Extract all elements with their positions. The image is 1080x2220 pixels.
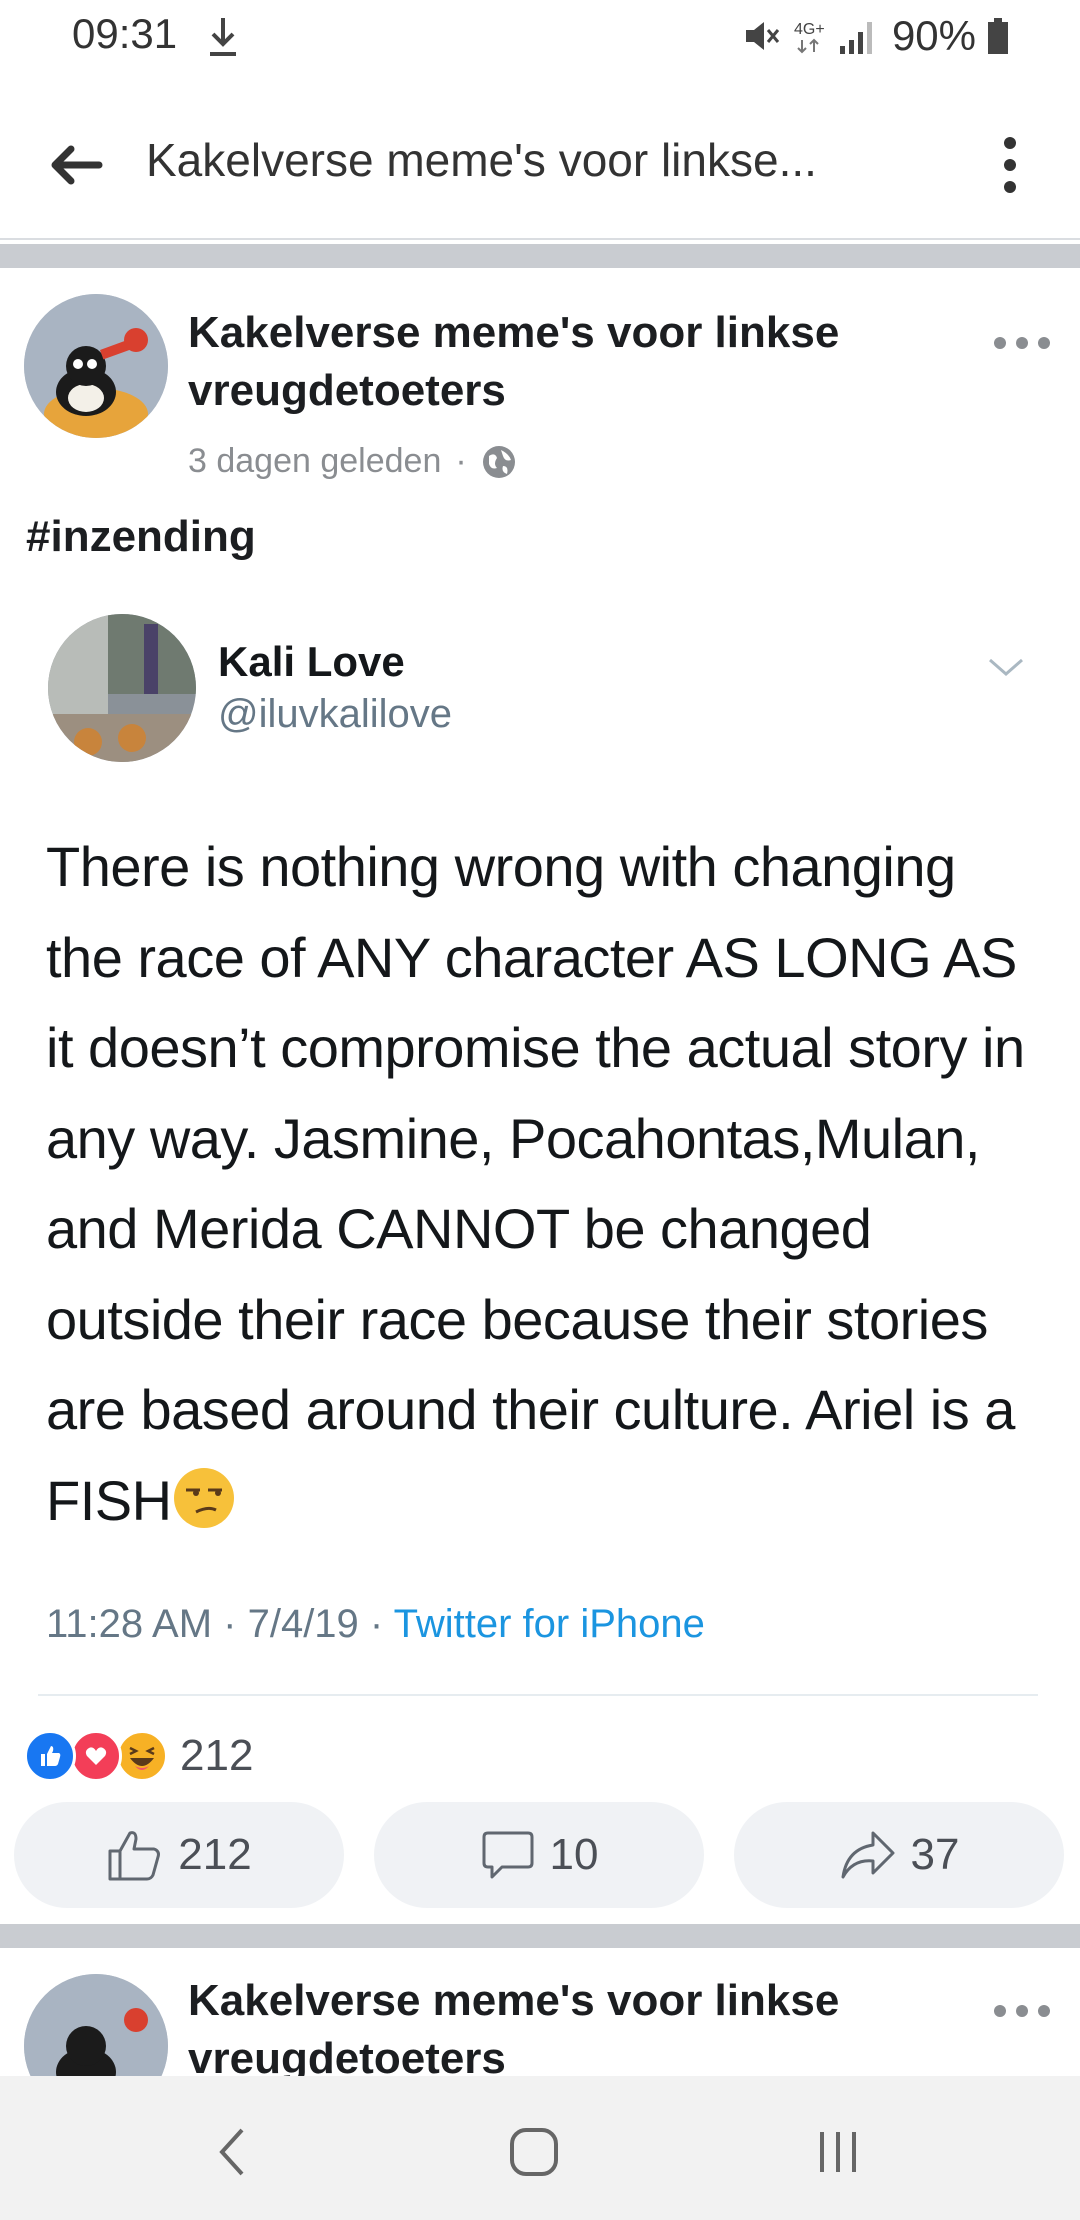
app-bar: Kakelverse meme's voor linkse... xyxy=(0,100,1080,240)
section-divider xyxy=(0,244,1080,268)
group-avatar[interactable] xyxy=(24,294,168,438)
status-icons: 4G+ 90% xyxy=(742,12,1010,60)
back-button[interactable] xyxy=(40,130,110,200)
battery-percentage: 90% xyxy=(891,12,976,59)
tweet-image[interactable]: Kali Love @iluvkalilove There is nothing… xyxy=(24,600,1056,1700)
more-horiz-icon xyxy=(994,337,1006,349)
reaction-count: 212 xyxy=(180,1731,254,1780)
tweet-divider xyxy=(38,1694,1038,1696)
share-button[interactable]: 37 xyxy=(734,1802,1064,1908)
nav-back-icon xyxy=(219,2128,244,2176)
next-post-more-button[interactable] xyxy=(994,1996,1050,2026)
tweet-text: There is nothing wrong with changing the… xyxy=(46,822,1046,1546)
tweet-footer: 11:28 AM · 7/4/19 · Twitter for iPhone xyxy=(46,1602,705,1647)
nav-recents-icon xyxy=(820,2132,856,2172)
mute-icon xyxy=(745,22,780,50)
like-button[interactable]: 212 xyxy=(14,1802,344,1908)
post-more-button[interactable] xyxy=(994,328,1050,358)
like-count: 212 xyxy=(178,1830,252,1879)
status-bar: 09:31 4G+ 90% xyxy=(0,0,1080,76)
tweet-source: Twitter for iPhone xyxy=(393,1602,705,1646)
haha-reaction-icon xyxy=(116,1730,168,1782)
download-icon xyxy=(210,18,236,56)
back-arrow-icon xyxy=(51,145,103,185)
thumbs-up-icon xyxy=(108,1831,161,1881)
tweet-author-name: Kali Love xyxy=(218,638,405,685)
share-icon xyxy=(841,1831,895,1879)
system-nav-bar xyxy=(0,2076,1080,2220)
post-hashtag[interactable]: #inzending xyxy=(26,512,256,562)
globe-icon xyxy=(482,445,515,478)
like-reaction-icon xyxy=(24,1730,76,1782)
nav-recents-button[interactable] xyxy=(798,2112,878,2192)
nav-back-button[interactable] xyxy=(192,2112,272,2192)
post-timestamp[interactable]: 3 dagen geleden xyxy=(188,442,441,481)
more-horiz-icon xyxy=(994,2005,1006,2017)
next-post: Kakelverse meme's voor linkse vreugdetoe… xyxy=(0,1950,1080,2076)
nav-home-button[interactable] xyxy=(494,2112,574,2192)
battery-icon xyxy=(988,18,1008,54)
share-count: 37 xyxy=(910,1830,960,1879)
chevron-down-icon xyxy=(989,658,1023,676)
comment-icon xyxy=(482,1831,534,1879)
section-divider xyxy=(0,1924,1080,1948)
post-meta: 3 dagen geleden · xyxy=(188,442,517,481)
post-author[interactable]: Kakelverse meme's voor linkse vreugdetoe… xyxy=(188,304,948,420)
status-time: 09:31 xyxy=(72,10,178,57)
tweet-body: There is nothing wrong with changing the… xyxy=(46,835,1025,1532)
meta-separator: · xyxy=(455,442,467,480)
comment-count: 10 xyxy=(549,1830,599,1879)
page-title: Kakelverse meme's voor linkse... xyxy=(146,134,817,186)
nav-home-icon xyxy=(510,2128,558,2176)
next-post-avatar[interactable] xyxy=(24,1974,168,2076)
tweet-time: 11:28 AM · 7/4/19 · xyxy=(46,1602,394,1646)
more-vert-icon xyxy=(1004,137,1016,149)
reactions-summary[interactable]: 212 xyxy=(24,1728,253,1784)
more-options-button[interactable] xyxy=(980,130,1040,200)
next-post-author[interactable]: Kakelverse meme's voor linkse vreugdetoe… xyxy=(188,1972,948,2076)
svg-text:4G+: 4G+ xyxy=(794,21,825,38)
comment-button[interactable]: 10 xyxy=(374,1802,704,1908)
tweet-avatar xyxy=(48,614,196,762)
love-reaction-icon xyxy=(70,1730,122,1782)
signal-icon: 4G+ xyxy=(794,21,872,54)
tweet-author-handle: @iluvkalilove xyxy=(218,692,453,736)
unamused-emoji-icon xyxy=(173,1467,234,1528)
